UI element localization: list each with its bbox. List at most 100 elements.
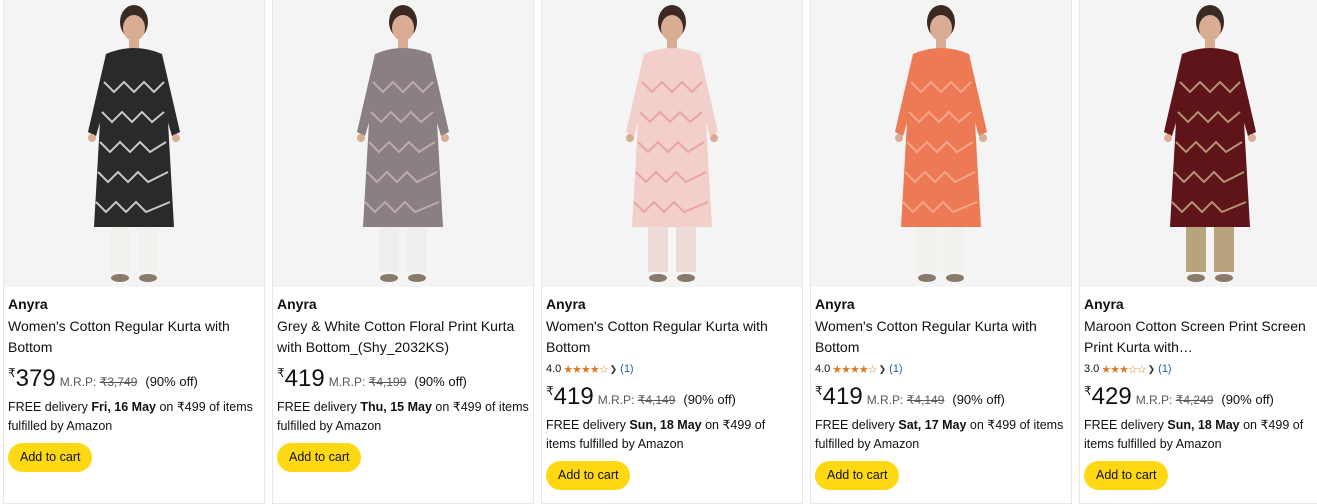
product-info: Anyra Maroon Cotton Screen Print Screen … [1080, 287, 1317, 490]
mrp-value: ₹4,149 [906, 393, 945, 407]
price-value: 419 [284, 365, 325, 392]
delivery-prefix: FREE delivery [1084, 418, 1168, 432]
product-model-illustration [1164, 5, 1256, 282]
product-image[interactable] [1080, 0, 1317, 287]
add-to-cart-button[interactable]: Add to cart [277, 443, 362, 472]
delivery-info: FREE delivery Sun, 18 May on ₹499 of ite… [1084, 416, 1317, 454]
product-info: Anyra Women's Cotton Regular Kurta with … [542, 287, 802, 490]
add-to-cart-button[interactable]: Add to cart [546, 461, 631, 490]
price-value: 419 [553, 383, 594, 410]
product-card[interactable]: Anyra Maroon Cotton Screen Print Screen … [1079, 0, 1317, 504]
chevron-down-icon[interactable]: ❯ [610, 364, 618, 375]
star-rating-icon[interactable]: ★★★★☆ [832, 363, 877, 376]
discount-text: (90% off) [952, 392, 1005, 407]
brand-name: Anyra [815, 296, 855, 312]
currency-symbol: ₹ [1084, 384, 1092, 398]
discount-text: (90% off) [1221, 392, 1274, 407]
product-title-link[interactable]: Women's Cotton Regular Kurta with Bottom [546, 316, 798, 358]
product-title-link[interactable]: Women's Cotton Regular Kurta with Bottom [815, 316, 1067, 358]
delivery-info: FREE delivery Sun, 18 May on ₹499 of ite… [546, 416, 798, 454]
mrp-label: M.R.P: [59, 375, 97, 389]
product-grid: Anyra Women's Cotton Regular Kurta with … [0, 0, 1317, 504]
product-card[interactable]: Anyra Women's Cotton Regular Kurta with … [3, 0, 265, 504]
price-row: ₹ 419 M.R.P: ₹4,149 (90% off) [815, 382, 1067, 410]
add-to-cart-button[interactable]: Add to cart [815, 461, 900, 490]
mrp-label: M.R.P: [1135, 393, 1173, 407]
rating-value: 4.0 [815, 363, 831, 375]
currency-symbol: ₹ [8, 366, 16, 380]
mrp-label: M.R.P: [597, 393, 635, 407]
star-rating-icon[interactable]: ★★★☆☆ [1101, 363, 1146, 376]
delivery-info: FREE delivery Thu, 15 May on ₹499 of ite… [277, 398, 529, 436]
brand-name: Anyra [546, 296, 586, 312]
currency-symbol: ₹ [815, 384, 823, 398]
price-row: ₹ 419 M.R.P: ₹4,199 (90% off) [277, 364, 529, 392]
delivery-info: FREE delivery Fri, 16 May on ₹499 of ite… [8, 398, 260, 436]
rating-count-link[interactable]: (1) [889, 363, 902, 375]
rating-count-link[interactable]: (1) [620, 363, 633, 375]
mrp-value: ₹4,199 [368, 375, 407, 389]
delivery-date: Sat, 17 May [898, 418, 967, 432]
currency-symbol: ₹ [546, 384, 554, 398]
product-image[interactable] [4, 0, 264, 287]
product-info: Anyra Grey & White Cotton Floral Print K… [273, 287, 533, 472]
discount-text: (90% off) [683, 392, 736, 407]
product-model-illustration [88, 5, 180, 282]
price-row: ₹ 429 M.R.P: ₹4,249 (90% off) [1084, 382, 1317, 410]
rating-count-link[interactable]: (1) [1158, 363, 1171, 375]
price-value: 429 [1091, 383, 1132, 410]
mrp: M.R.P: ₹4,149 [598, 393, 676, 407]
mrp: M.R.P: ₹4,249 [1136, 393, 1214, 407]
chevron-down-icon[interactable]: ❯ [1148, 364, 1156, 375]
delivery-date: Thu, 15 May [360, 400, 432, 414]
delivery-prefix: FREE delivery [815, 418, 899, 432]
product-title-link[interactable]: Women's Cotton Regular Kurta with Bottom [8, 316, 260, 358]
product-title-link[interactable]: Grey & White Cotton Floral Print Kurta w… [277, 316, 529, 358]
product-title-link[interactable]: Maroon Cotton Screen Print Screen Print … [1084, 316, 1317, 358]
mrp-value: ₹4,149 [637, 393, 676, 407]
delivery-info: FREE delivery Sat, 17 May on ₹499 of ite… [815, 416, 1067, 454]
product-model-illustration [895, 5, 987, 282]
delivery-prefix: FREE delivery [546, 418, 630, 432]
discount-text: (90% off) [414, 374, 467, 389]
discount-text: (90% off) [145, 374, 198, 389]
rating-row[interactable]: 4.0 ★★★★☆ ❯ (1) [815, 362, 1067, 376]
delivery-date: Fri, 16 May [91, 400, 156, 414]
brand-name: Anyra [277, 296, 317, 312]
product-model-illustration [357, 5, 449, 282]
mrp: M.R.P: ₹4,149 [867, 393, 945, 407]
mrp-value: ₹4,249 [1175, 393, 1214, 407]
product-image[interactable] [273, 0, 533, 287]
price-value: 379 [15, 365, 56, 392]
product-info: Anyra Women's Cotton Regular Kurta with … [811, 287, 1071, 490]
product-card[interactable]: Anyra Grey & White Cotton Floral Print K… [272, 0, 534, 504]
product-card[interactable]: Anyra Women's Cotton Regular Kurta with … [810, 0, 1072, 504]
rating-value: 3.0 [1084, 363, 1100, 375]
star-rating-icon[interactable]: ★★★★☆ [563, 363, 608, 376]
delivery-date: Sun, 18 May [1167, 418, 1240, 432]
add-to-cart-button[interactable]: Add to cart [1084, 461, 1169, 490]
mrp-value: ₹3,749 [99, 375, 138, 389]
rating-row[interactable]: 3.0 ★★★☆☆ ❯ (1) [1084, 362, 1317, 376]
price-row: ₹ 379 M.R.P: ₹3,749 (90% off) [8, 364, 260, 392]
product-info: Anyra Women's Cotton Regular Kurta with … [4, 287, 264, 472]
mrp: M.R.P: ₹4,199 [329, 375, 407, 389]
mrp-label: M.R.P: [328, 375, 366, 389]
brand-name: Anyra [1084, 296, 1124, 312]
rating-row[interactable]: 4.0 ★★★★☆ ❯ (1) [546, 362, 798, 376]
product-image[interactable] [811, 0, 1071, 287]
price-value: 419 [822, 383, 863, 410]
product-model-illustration [626, 5, 718, 282]
delivery-date: Sun, 18 May [629, 418, 702, 432]
price-row: ₹ 419 M.R.P: ₹4,149 (90% off) [546, 382, 798, 410]
mrp-label: M.R.P: [866, 393, 904, 407]
delivery-prefix: FREE delivery [277, 400, 361, 414]
add-to-cart-button[interactable]: Add to cart [8, 443, 93, 472]
product-image[interactable] [542, 0, 802, 287]
chevron-down-icon[interactable]: ❯ [879, 364, 887, 375]
rating-value: 4.0 [546, 363, 562, 375]
currency-symbol: ₹ [277, 366, 285, 380]
delivery-prefix: FREE delivery [8, 400, 92, 414]
product-card[interactable]: Anyra Women's Cotton Regular Kurta with … [541, 0, 803, 504]
brand-name: Anyra [8, 296, 48, 312]
